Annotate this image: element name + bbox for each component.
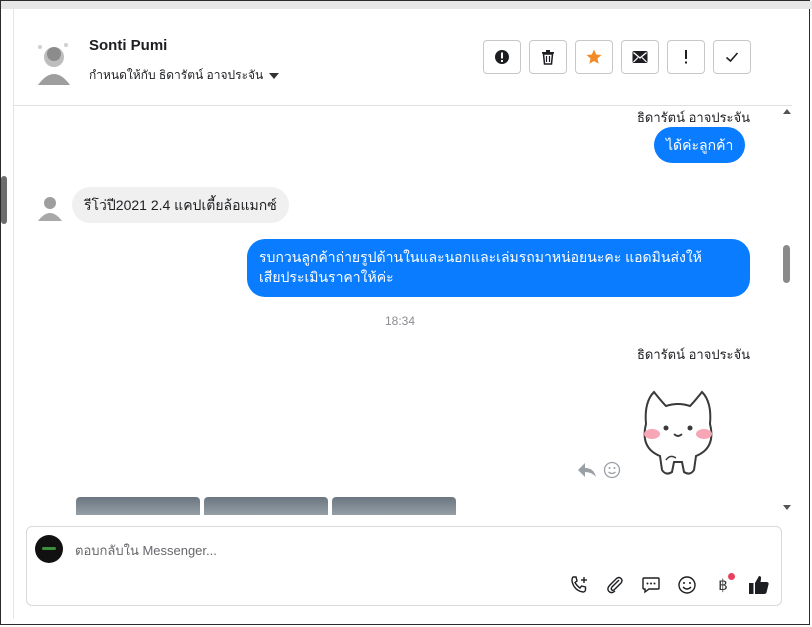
star-icon xyxy=(586,49,602,64)
emoji-icon[interactable] xyxy=(675,573,699,597)
image-thumbnail[interactable] xyxy=(204,497,328,515)
sender-name: ธิดารัตน์ อาจประจัน xyxy=(637,347,751,362)
message-bubble-outgoing-long[interactable]: รบกวนลูกค้าถ่ายรูปด้านในและนอกและเล่มรถม… xyxy=(247,239,750,297)
contact-name: Sonti Pumi xyxy=(89,37,168,54)
mark-unread-button[interactable] xyxy=(621,40,659,74)
reply-composer: ฿ xyxy=(26,526,782,606)
scroll-up-arrow-icon[interactable] xyxy=(783,109,791,114)
caret-down-icon xyxy=(269,72,280,79)
conversation-panel: Sonti Pumi กำหนดให้กับ ธิดารัตน์ อาจประจ… xyxy=(13,9,792,619)
page-avatar xyxy=(35,535,63,563)
message-bubble-incoming[interactable]: รีโว่ปี2021 2.4 แคปเตี้ยล้อแมกซ์ xyxy=(72,187,289,223)
message-bubble-outgoing[interactable]: ได้ค่ะลูกค้า xyxy=(654,127,746,163)
sender-name: ธิดารัตน์ อาจประจัน xyxy=(637,110,751,125)
check-icon xyxy=(725,52,739,63)
image-attachments xyxy=(76,497,456,515)
speech-bubble-icon[interactable] xyxy=(639,573,663,597)
chat-scrollbar[interactable] xyxy=(781,105,792,515)
window-top-bar xyxy=(1,1,812,9)
follow-up-button[interactable] xyxy=(667,40,705,74)
message-timestamp: 18:34 xyxy=(385,314,416,328)
image-thumbnail[interactable] xyxy=(76,497,200,515)
header-actions xyxy=(483,40,751,74)
baht-icon[interactable]: ฿ xyxy=(711,573,735,597)
delete-button[interactable] xyxy=(529,40,567,74)
envelope-icon xyxy=(632,51,648,63)
message-list[interactable]: ธิดารัตน์ อาจประจัน ได้ค่ะลูกค้า รีโว่ปี… xyxy=(14,105,792,515)
star-button[interactable] xyxy=(575,40,613,74)
baht-symbol: ฿ xyxy=(718,577,728,594)
thumbs-up-icon[interactable] xyxy=(747,573,771,597)
contact-avatar[interactable] xyxy=(32,37,74,85)
notification-dot xyxy=(728,573,735,580)
scrollbar-thumb[interactable] xyxy=(783,245,790,283)
outer-scrollbar[interactable] xyxy=(1,176,7,224)
cat-sticker[interactable] xyxy=(636,384,720,478)
scroll-down-arrow-icon[interactable] xyxy=(783,505,791,510)
message-line: เสียประเมินราคาให้ค่ะ xyxy=(259,269,394,285)
alert-circle-icon xyxy=(495,50,509,64)
image-thumbnail[interactable] xyxy=(332,497,456,515)
assign-label: กำหนดให้กับ ธิดารัตน์ อาจประจัน xyxy=(89,68,264,82)
trash-icon xyxy=(542,50,554,65)
spam-button[interactable] xyxy=(483,40,521,74)
conversation-header: Sonti Pumi กำหนดให้กับ ธิดารัตน์ อาจประจ… xyxy=(14,9,792,106)
reply-arrow-icon[interactable] xyxy=(577,462,597,478)
app-window: Sonti Pumi กำหนดให้กับ ธิดารัตน์ อาจประจ… xyxy=(0,0,812,625)
exclamation-icon xyxy=(685,50,687,64)
reply-input[interactable] xyxy=(73,537,757,563)
message-line: รบกวนลูกค้าถ่ายรูปด้านในและนอกและเล่มรถม… xyxy=(259,249,702,265)
assign-dropdown[interactable]: กำหนดให้กับ ธิดารัตน์ อาจประจัน xyxy=(89,66,280,85)
composer-tools: ฿ xyxy=(567,573,771,597)
contact-avatar-small[interactable] xyxy=(34,191,64,221)
message-actions xyxy=(577,461,621,479)
react-emoji-icon[interactable] xyxy=(603,461,621,479)
paperclip-icon[interactable] xyxy=(603,573,627,597)
done-button[interactable] xyxy=(713,40,751,74)
phone-add-icon[interactable] xyxy=(567,573,591,597)
